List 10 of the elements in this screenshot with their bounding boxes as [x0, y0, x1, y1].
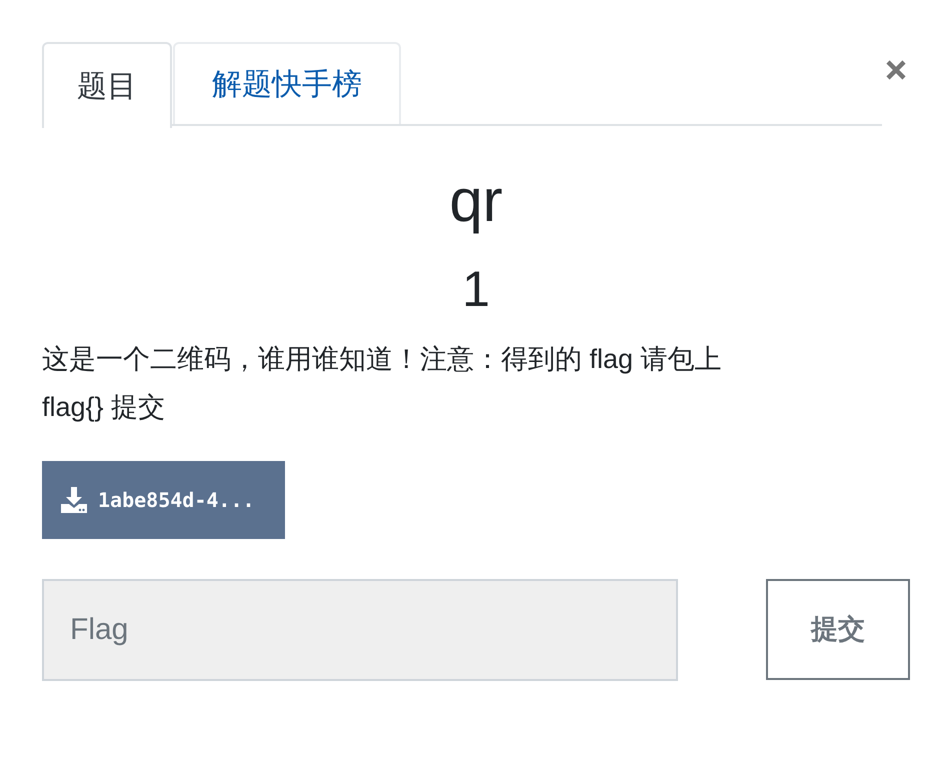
- submit-button[interactable]: 提交: [766, 579, 910, 680]
- tab[interactable]: 解题快手榜: [173, 42, 401, 124]
- download-icon: [60, 486, 88, 514]
- challenge-points: 1: [462, 260, 490, 319]
- flag-input[interactable]: Flag: [42, 579, 678, 681]
- challenge-description: 这是一个二维码，谁用谁知道！注意：得到的 flag 请包上 flag{} 提交: [42, 343, 723, 424]
- close-icon: [885, 59, 907, 81]
- challenge-title: qr: [449, 166, 503, 236]
- tab[interactable]: 题目: [42, 42, 172, 128]
- file-download-button[interactable]: 1abe854d-4...: [42, 461, 285, 539]
